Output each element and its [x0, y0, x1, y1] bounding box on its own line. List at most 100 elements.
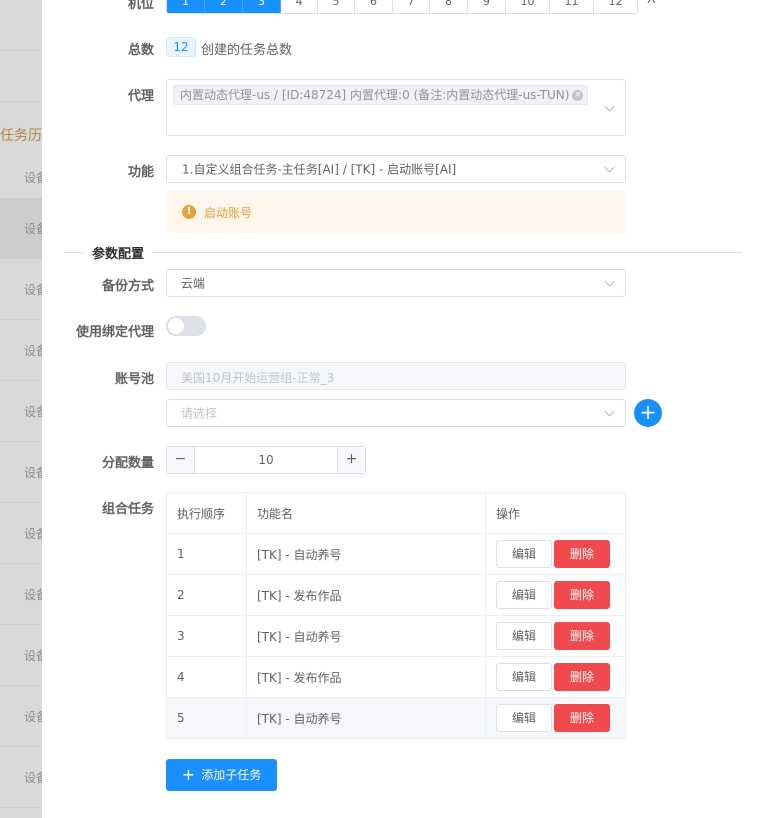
delete-button[interactable]: 删除	[554, 540, 610, 568]
page-10[interactable]: 10	[506, 0, 550, 13]
add-sub-task-button[interactable]: + 添加子任务	[166, 759, 277, 791]
function-select[interactable]: 1.自定义组合任务-主任务[AI] / [TK] - 启动账号[AI]	[166, 155, 626, 183]
page-4[interactable]: 4	[281, 0, 318, 13]
backup-select[interactable]: 云端	[166, 269, 626, 297]
table-row: 1 [TK] - 自动养号 编辑 删除	[166, 533, 626, 575]
page-9[interactable]: 9	[468, 0, 506, 13]
delete-button[interactable]: 删除	[554, 581, 610, 609]
bg-row: 设备	[0, 381, 42, 442]
table-row: 2 [TK] - 发布作品 编辑 删除	[166, 574, 626, 616]
minus-icon[interactable]: −	[167, 447, 195, 473]
row-actions: 编辑 删除	[485, 533, 626, 575]
quantity-label: 分配数量	[101, 456, 154, 471]
chevron-down-icon	[604, 162, 615, 173]
delete-button[interactable]: 删除	[554, 663, 610, 691]
edit-button[interactable]: 编辑	[496, 581, 552, 609]
row-order: 2	[166, 574, 247, 616]
proxy-label: 代理	[127, 89, 154, 104]
row-order: 5	[166, 697, 247, 739]
row-actions: 编辑 删除	[485, 697, 626, 739]
bg-row: 设备	[0, 686, 42, 747]
bg-row: 设备	[0, 625, 42, 686]
alert-text: 启动账号	[204, 206, 253, 220]
add-account-pool-button[interactable]: +	[634, 399, 662, 427]
bg-row: 设备	[0, 747, 42, 808]
row-name: [TK] - 自动养号	[246, 697, 486, 739]
add-sub-task-label: 添加子任务	[201, 768, 262, 782]
header-actions: 操作	[485, 492, 626, 534]
page-11[interactable]: 11	[550, 0, 594, 13]
account-pool-value: 美国10月开始运营组-正常_3	[181, 371, 335, 385]
edit-button[interactable]: 编辑	[496, 622, 552, 650]
bg-section-title: 任务历	[0, 128, 42, 144]
machine-pager: 1 2 3 4 5 6 7 8 9 10 11 12	[166, 0, 638, 14]
chevron-down-icon	[604, 406, 615, 417]
row-actions: 编辑 删除	[485, 656, 626, 698]
table-row: 5 [TK] - 自动养号 编辑 删除	[166, 697, 626, 739]
total-label: 总数	[127, 43, 154, 58]
bg-row: 设备	[0, 503, 42, 564]
bind-proxy-label: 使用绑定代理	[75, 325, 154, 340]
page-3[interactable]: 3	[243, 0, 281, 13]
close-icon[interactable]: X	[647, 0, 656, 7]
row-name: [TK] - 发布作品	[246, 656, 486, 698]
combo-task-table: 执行顺序 功能名 操作 1 [TK] - 自动养号 编辑 删除 2 [TK] - …	[166, 492, 626, 739]
account-pool-label: 账号池	[114, 372, 154, 387]
warning-icon: !	[182, 205, 196, 219]
chevron-down-icon	[604, 101, 615, 112]
row-order: 4	[166, 656, 247, 698]
plus-icon: +	[181, 765, 196, 784]
row-name: [TK] - 自动养号	[246, 615, 486, 657]
task-drawer: 机位 1 2 3 4 5 6 7 8 9 10 11 12 X 总数 12 创建…	[42, 0, 758, 818]
page-5[interactable]: 5	[318, 0, 355, 13]
header-order: 执行顺序	[166, 492, 247, 534]
switch-knob	[168, 318, 184, 334]
row-name: [TK] - 发布作品	[246, 574, 486, 616]
page-7[interactable]: 7	[393, 0, 430, 13]
bind-proxy-switch[interactable]	[166, 316, 206, 336]
edit-button[interactable]: 编辑	[496, 540, 552, 568]
section-title: 参数配置	[84, 243, 153, 262]
table-row: 4 [TK] - 发布作品 编辑 删除	[166, 656, 626, 698]
bg-row: 设备	[0, 564, 42, 625]
account-pool-select[interactable]: 请选择	[166, 399, 626, 427]
row-order: 3	[166, 615, 247, 657]
delete-button[interactable]: 删除	[554, 704, 610, 732]
page-8[interactable]: 8	[430, 0, 468, 13]
bg-row: 设备	[0, 320, 42, 381]
page-12[interactable]: 12	[594, 0, 637, 13]
backup-value: 云端	[181, 276, 206, 291]
info-alert: ! 启动账号	[166, 190, 626, 233]
row-actions: 编辑 删除	[485, 615, 626, 657]
machine-label: 机位	[127, 0, 154, 12]
page-6[interactable]: 6	[355, 0, 393, 13]
section-divider	[64, 252, 742, 253]
edit-button[interactable]: 编辑	[496, 663, 552, 691]
row-actions: 编辑 删除	[485, 574, 626, 616]
header-name: 功能名	[246, 492, 486, 534]
tag-close-icon[interactable]: ×	[572, 90, 584, 101]
bg-row: 设备	[0, 442, 42, 503]
account-pool-group-input: 美国10月开始运营组-正常_3	[166, 362, 626, 390]
total-text: 创建的任务总数	[201, 43, 293, 58]
function-label: 功能	[127, 165, 154, 180]
page-1[interactable]: 1	[167, 0, 205, 13]
background-page: 任务历 设备 设备 设备 设备 设备 设备 设备 设备 设备 设备 设备	[0, 0, 42, 818]
plus-icon: +	[639, 400, 657, 424]
proxy-select[interactable]: 内置动态代理-us / [ID:48724] 内置代理:0 (备注:内置动态代理…	[166, 79, 626, 136]
bg-divider	[0, 101, 42, 102]
edit-button[interactable]: 编辑	[496, 704, 552, 732]
backup-label: 备份方式	[101, 279, 154, 294]
bg-row: 设备	[0, 198, 42, 259]
function-value: 1.自定义组合任务-主任务[AI] / [TK] - 启动账号[AI]	[182, 162, 457, 177]
quantity-value[interactable]: 10	[195, 453, 337, 467]
page-2[interactable]: 2	[205, 0, 243, 13]
account-pool-placeholder: 请选择	[181, 406, 218, 421]
delete-button[interactable]: 删除	[554, 622, 610, 650]
table-row: 3 [TK] - 自动养号 编辑 删除	[166, 615, 626, 657]
chevron-down-icon	[604, 276, 615, 287]
proxy-tag: 内置动态代理-us / [ID:48724] 内置代理:0 (备注:内置动态代理…	[173, 85, 589, 105]
plus-icon[interactable]: +	[337, 447, 365, 473]
proxy-tag-text: 内置动态代理-us / [ID:48724] 内置代理:0 (备注:内置动态代理…	[180, 88, 570, 102]
bg-row: 设备	[0, 259, 42, 320]
